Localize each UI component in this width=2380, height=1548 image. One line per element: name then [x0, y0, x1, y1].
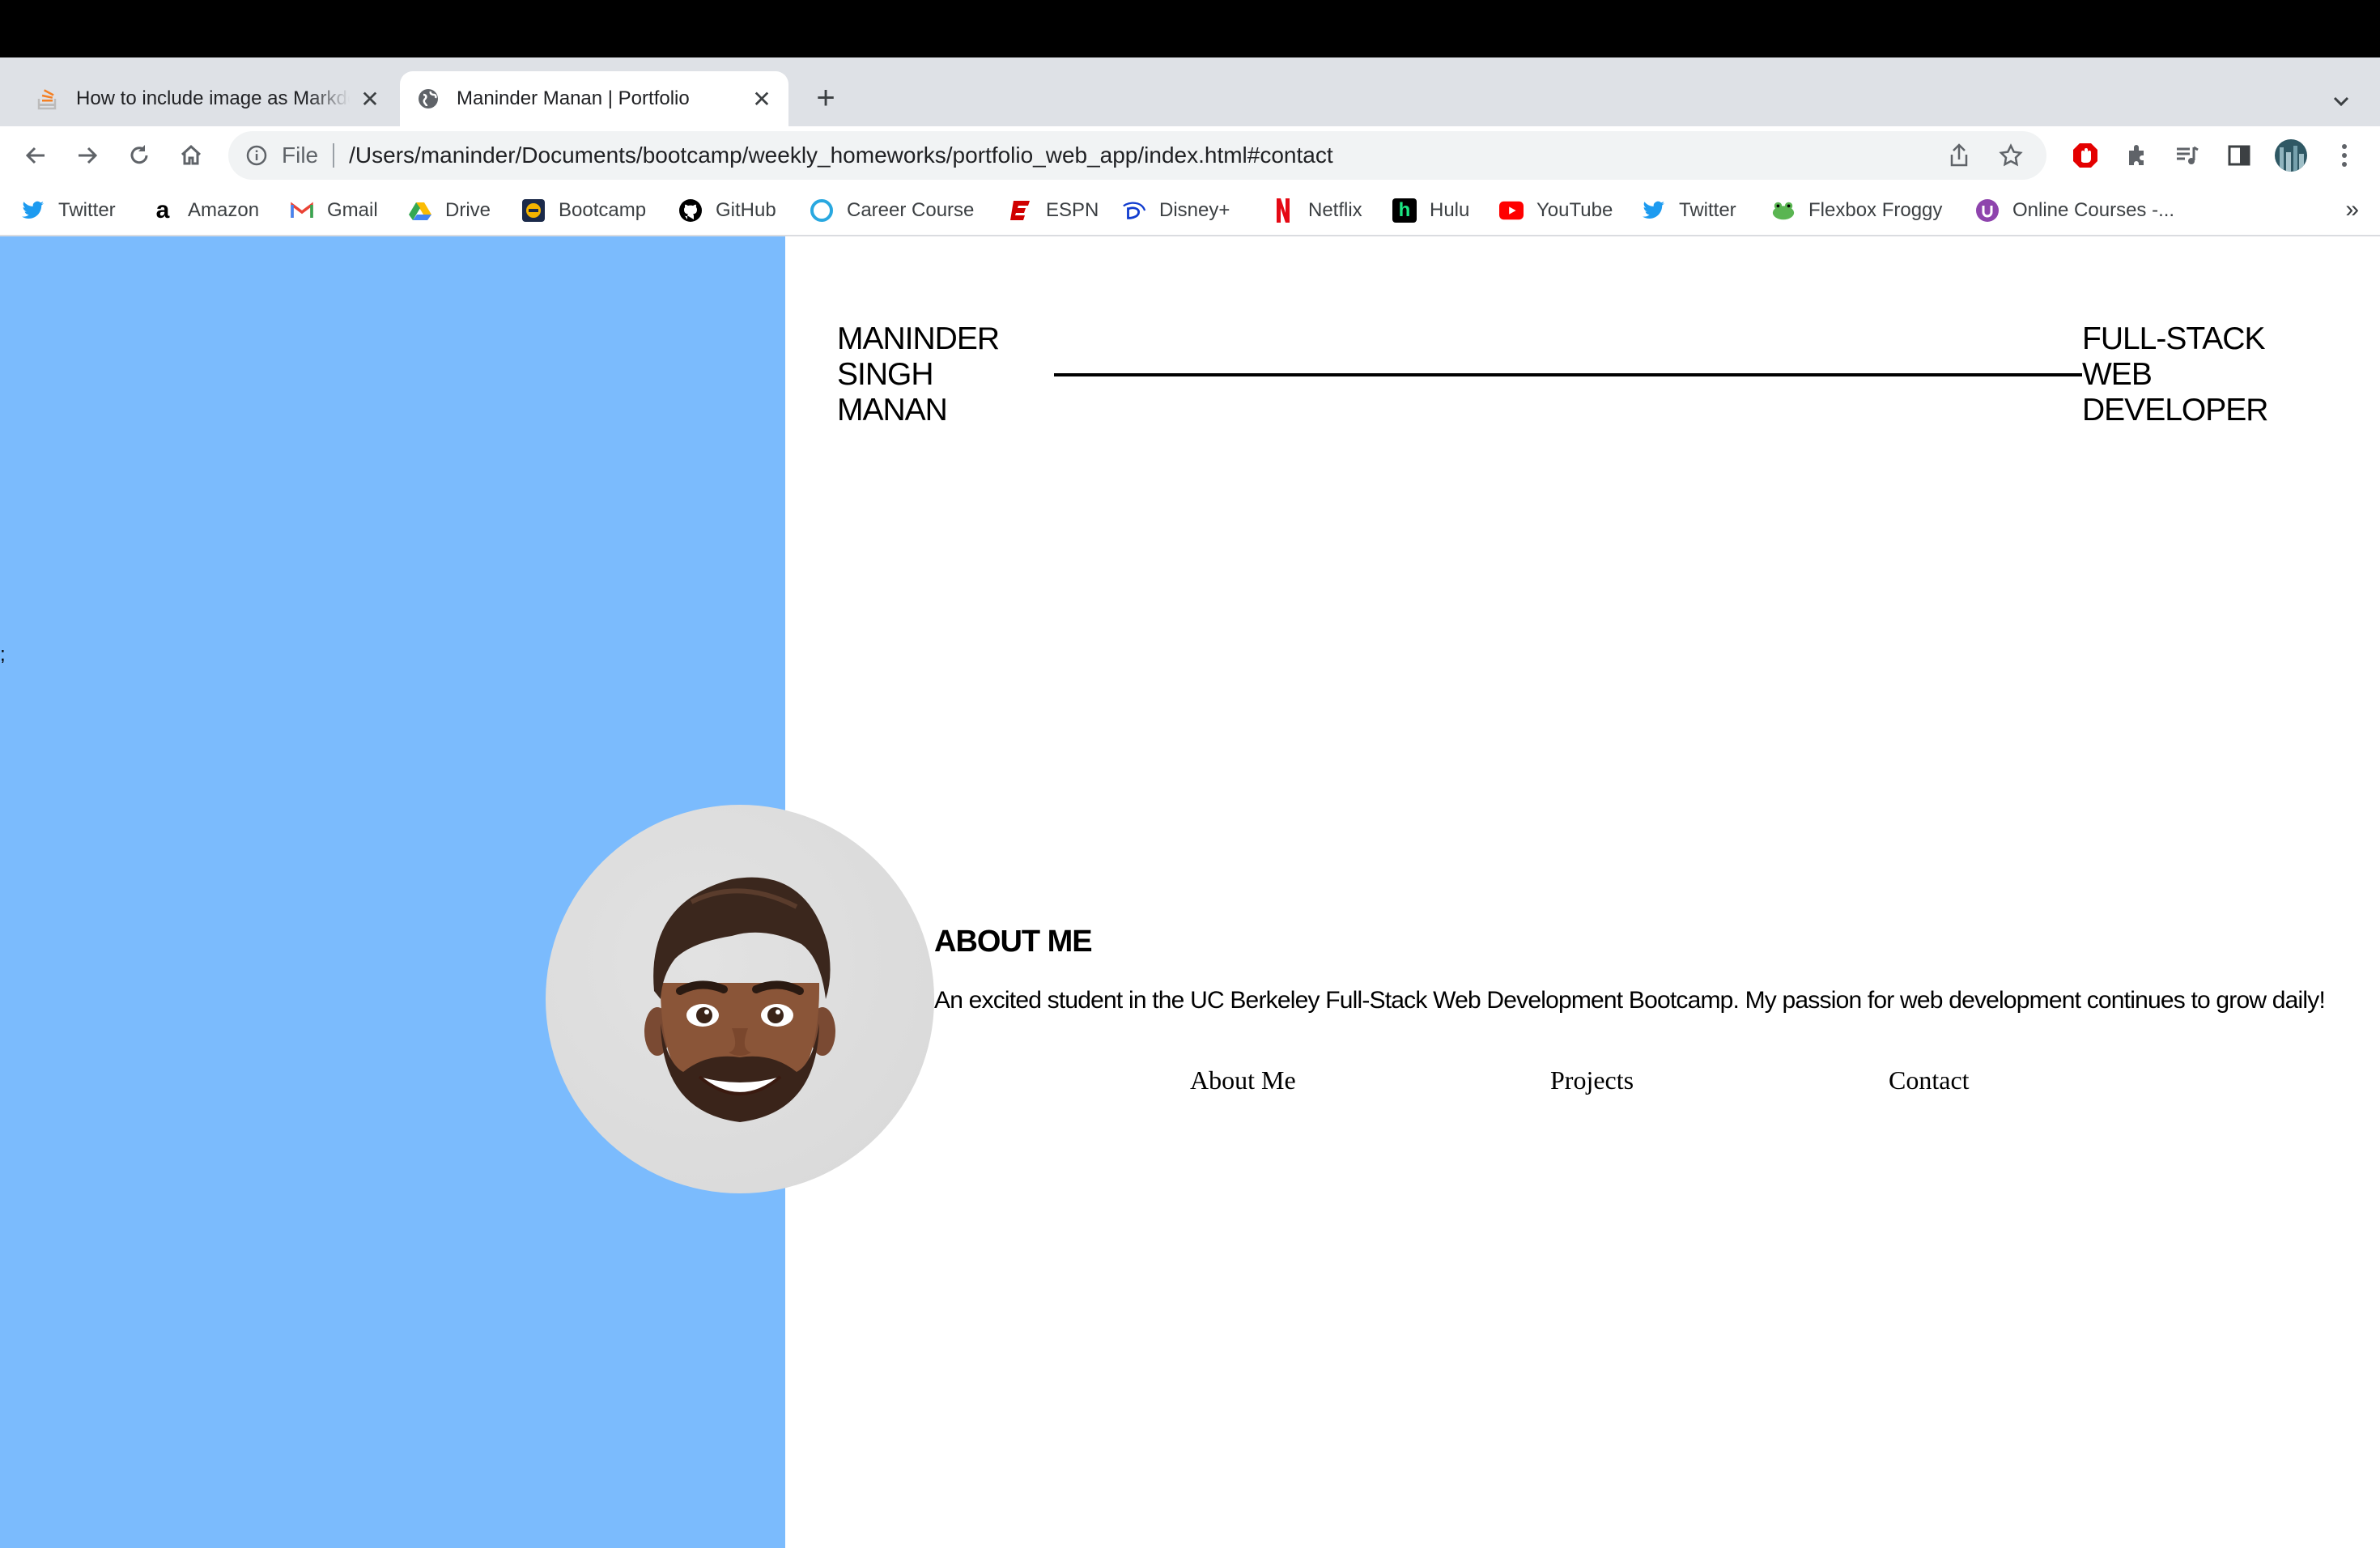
info-icon[interactable] [244, 143, 269, 168]
twitter-icon [1642, 198, 1666, 223]
forward-icon[interactable] [70, 138, 105, 173]
bookmark-label: Career Course [847, 199, 975, 221]
reload-icon[interactable] [121, 138, 157, 173]
bookmark-hulu[interactable]: h Hulu [1392, 196, 1469, 225]
chevron-right-icon[interactable]: » [2345, 196, 2359, 223]
header: MANINDER SINGH MANAN FULL-STACK WEB DEVE… [837, 321, 2310, 428]
bookmark-online-courses[interactable]: Online Courses -... [1975, 196, 2174, 225]
adblock-icon[interactable] [2068, 138, 2103, 173]
bookmark-label: GitHub [716, 199, 776, 221]
tab-title: How to include image as Markdown [76, 87, 350, 109]
youtube-icon [1499, 198, 1524, 223]
bookmark-flexbox-froggy[interactable]: Flexbox Froggy [1771, 196, 1942, 225]
amazon-icon: a [155, 197, 170, 223]
bookmark-label: ESPN [1046, 199, 1099, 221]
browser-window: How to include image as Markdown ✕ Manin… [0, 0, 2380, 1548]
bookmark-drive[interactable]: Drive [408, 196, 491, 225]
tab-title: Maninder Manan | Portfolio [457, 87, 690, 109]
drive-icon [408, 198, 432, 223]
profile-avatar [546, 805, 934, 1193]
about-heading: ABOUT ME [934, 925, 1093, 959]
nav-contact[interactable]: Contact [1889, 1065, 1970, 1095]
bookmark-bootcamp[interactable]: Bootcamp [521, 196, 646, 225]
bookmarks-bar: Twitter a Amazon Gmail Drive Bootcamp Gi… [0, 185, 2380, 236]
close-icon[interactable]: ✕ [750, 87, 774, 112]
toolbar: File /Users/maninder/Documents/bootcamp/… [0, 126, 2380, 185]
chevron-down-icon[interactable] [2325, 85, 2357, 117]
netflix-icon [1271, 198, 1295, 223]
about-text: An excited student in the UC Berkeley Fu… [934, 987, 2326, 1014]
espn-icon [1009, 198, 1033, 223]
more-menu-icon[interactable] [2327, 138, 2362, 173]
bookmark-gmail[interactable]: Gmail [290, 196, 378, 225]
side-panel-icon[interactable] [2221, 138, 2257, 173]
nav-about-me[interactable]: About Me [1190, 1065, 1296, 1095]
frog-icon [1771, 198, 1796, 223]
github-icon [678, 198, 703, 223]
web-page: ; MANINDER SINGH MANAN FULL-STACK WEB DE… [0, 236, 2380, 1548]
share-icon[interactable] [1943, 139, 1975, 172]
bookmark-disney[interactable]: Disney+ [1122, 196, 1230, 225]
bookmark-github[interactable]: GitHub [678, 196, 776, 225]
divider [333, 143, 335, 168]
address-bar[interactable]: File /Users/maninder/Documents/bootcamp/… [228, 131, 2046, 180]
bootcamp-icon [521, 198, 546, 223]
bookmark-label: Gmail [327, 199, 378, 221]
site-role: FULL-STACK WEB DEVELOPER [2082, 321, 2268, 427]
bookmark-espn[interactable]: ESPN [1009, 196, 1099, 225]
bookmark-label: Twitter [58, 199, 116, 221]
star-icon[interactable] [1995, 139, 2027, 172]
nav-projects[interactable]: Projects [1550, 1065, 1634, 1095]
tab-portfolio[interactable]: Maninder Manan | Portfolio ✕ [400, 71, 788, 126]
url-scheme: File [282, 142, 319, 168]
header-rule [1054, 373, 2082, 376]
bookmark-amazon[interactable]: a Amazon [151, 196, 259, 225]
bookmark-label: Netflix [1308, 199, 1362, 221]
hulu-icon: h [1392, 198, 1417, 223]
tab-stackoverflow[interactable]: How to include image as Markdown ✕ [19, 71, 397, 126]
globe-icon [416, 87, 440, 111]
about-section: ABOUT ME An excited student in the UC Be… [934, 925, 2375, 1014]
online-courses-icon [1975, 198, 2000, 223]
bookmark-label: Online Courses -... [2012, 199, 2175, 221]
disney-icon [1122, 198, 1146, 223]
media-icon[interactable] [2170, 138, 2205, 173]
bookmark-label: Disney+ [1159, 199, 1230, 221]
extensions-icon[interactable] [2119, 138, 2155, 173]
stray-text: ; [0, 644, 6, 666]
bookmark-label: YouTube [1536, 199, 1613, 221]
bookmark-label: Drive [445, 199, 491, 221]
tab-strip: How to include image as Markdown ✕ Manin… [0, 57, 2380, 126]
bookmark-career-course[interactable]: Career Course [810, 196, 974, 225]
bookmark-twitter[interactable]: Twitter [1642, 196, 1736, 225]
stackoverflow-icon [36, 87, 60, 111]
new-tab-button[interactable]: + [810, 80, 842, 116]
memoji-icon [644, 877, 835, 1122]
bookmark-label: Bootcamp [559, 199, 647, 221]
close-icon[interactable]: ✕ [358, 87, 382, 112]
back-icon[interactable] [18, 138, 53, 173]
bookmark-youtube[interactable]: YouTube [1499, 196, 1613, 225]
home-icon[interactable] [173, 138, 209, 173]
url-text[interactable]: /Users/maninder/Documents/bootcamp/weekl… [349, 142, 1943, 168]
bookmark-label: Twitter [1679, 199, 1736, 221]
site-name: MANINDER SINGH MANAN [837, 321, 1000, 427]
career-course-icon [810, 198, 834, 223]
twitter-icon [21, 198, 45, 223]
bookmark-label: Amazon [188, 199, 260, 221]
avatar[interactable] [2273, 138, 2309, 173]
bookmark-label: Flexbox Froggy [1808, 199, 1943, 221]
bookmark-label: Hulu [1430, 199, 1470, 221]
gmail-icon [290, 198, 314, 223]
bookmark-netflix[interactable]: Netflix [1271, 196, 1362, 225]
bookmark-twitter[interactable]: Twitter [21, 196, 116, 225]
